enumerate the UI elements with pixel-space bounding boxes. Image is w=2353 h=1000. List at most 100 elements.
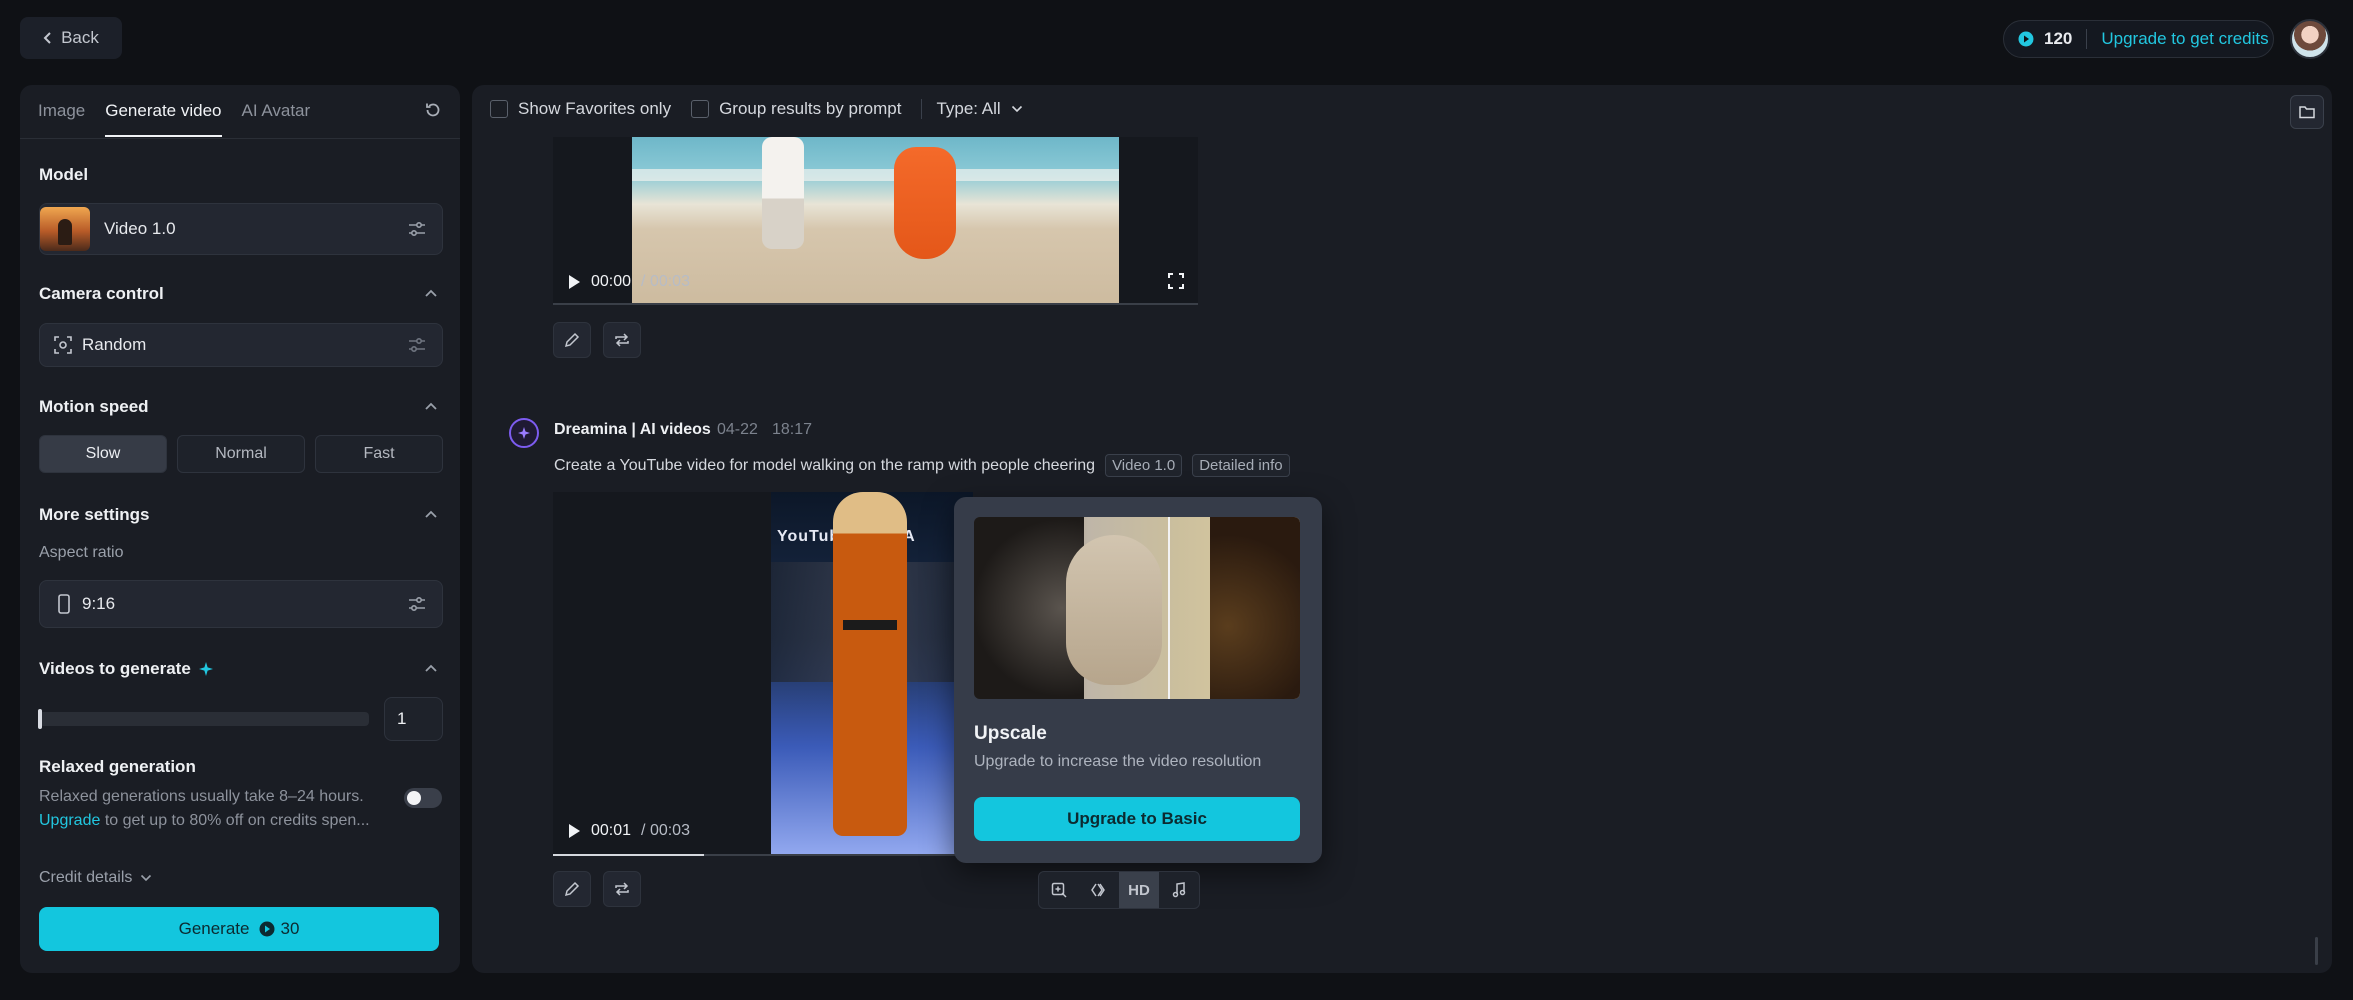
- tab-generate-video[interactable]: Generate video: [105, 101, 222, 137]
- relaxed-description: Relaxed generations usually take 8–24 ho…: [39, 785, 399, 833]
- runway-model-figure: [833, 492, 907, 836]
- before-after-divider: [1168, 517, 1170, 699]
- play-icon[interactable]: [567, 823, 581, 839]
- prompt-text: Create a YouTube video for model walking…: [554, 456, 1096, 474]
- settings-sliders-icon[interactable]: [408, 596, 426, 612]
- group-filter[interactable]: Group results by prompt: [691, 99, 901, 119]
- chevron-up-icon[interactable]: [424, 401, 438, 411]
- chevron-down-icon: [140, 874, 152, 882]
- video-total-time: / 00:03: [641, 273, 690, 290]
- regenerate-button[interactable]: [603, 871, 641, 907]
- credit-count: 120: [2044, 29, 2073, 48]
- figure-man: [762, 137, 804, 249]
- chevron-down-icon: [1011, 105, 1023, 113]
- credit-coin-icon: [2018, 31, 2034, 47]
- aspect-ratio-label: Aspect ratio: [39, 544, 124, 561]
- settings-sliders-icon[interactable]: [408, 337, 426, 353]
- fullscreen-icon[interactable]: [1168, 273, 1184, 289]
- settings-sliders-icon[interactable]: [408, 221, 426, 237]
- prompt-row: Create a YouTube video for model walking…: [554, 454, 1290, 477]
- video-controls: 00:00 / 00:03: [567, 273, 690, 291]
- chevron-up-icon[interactable]: [424, 663, 438, 673]
- video-player-2[interactable]: YouTube CLNEA 00:01 / 00:03: [553, 492, 973, 856]
- videos-to-generate-title: Videos to generate: [39, 659, 213, 679]
- upscale-preview-image: [974, 517, 1300, 699]
- video-player-1[interactable]: 00:00 / 00:03: [553, 137, 1198, 305]
- frames-icon: [1090, 882, 1108, 898]
- aspect-ratio-value: 9:16: [82, 594, 116, 613]
- type-dropdown[interactable]: Type: All: [936, 99, 1022, 119]
- add-sound-button[interactable]: [1159, 872, 1199, 908]
- chevron-up-icon[interactable]: [424, 509, 438, 519]
- results-panel: Show Favorites only Group results by pro…: [472, 85, 2332, 973]
- left-panel: Image Generate video AI Avatar Model Vid…: [20, 85, 460, 973]
- edit-button[interactable]: [553, 322, 591, 358]
- camera-title: Camera control: [39, 284, 164, 303]
- videos-count-input[interactable]: 1: [384, 697, 443, 741]
- generation-time: 18:17: [772, 421, 813, 438]
- videos-to-generate-label: Videos to generate: [39, 659, 191, 678]
- figure-woman: [894, 147, 956, 259]
- favorites-label: Show Favorites only: [518, 99, 672, 118]
- folder-icon: [2299, 105, 2315, 119]
- chevron-up-icon[interactable]: [424, 288, 438, 298]
- tab-image[interactable]: Image: [38, 101, 85, 137]
- relaxed-desc-text2: to get up to 80% off on credits spen...: [100, 812, 370, 829]
- filter-bar: Show Favorites only Group results by pro…: [490, 99, 1029, 119]
- upgrade-link[interactable]: Upgrade: [39, 812, 100, 829]
- videos-slider-track[interactable]: [39, 712, 369, 726]
- upgrade-credits-link[interactable]: Upgrade to get credits: [2101, 29, 2268, 49]
- relaxed-desc-text: Relaxed generations usually take 8–24 ho…: [39, 788, 364, 805]
- video-progress-bar[interactable]: [553, 303, 1198, 305]
- generate-cost: 30: [259, 919, 299, 939]
- user-avatar[interactable]: [2290, 19, 2330, 59]
- credit-details-label: Credit details: [39, 869, 133, 886]
- back-button[interactable]: Back: [20, 17, 122, 59]
- generate-label: Generate: [178, 919, 250, 938]
- music-note-icon: [1172, 882, 1186, 898]
- tabs-divider: [20, 138, 460, 139]
- video-tools: HD: [1038, 871, 1200, 909]
- group-checkbox[interactable]: [691, 100, 710, 118]
- dreamina-logo-icon: [509, 418, 539, 448]
- play-icon[interactable]: [567, 274, 581, 290]
- favorites-filter[interactable]: Show Favorites only: [490, 99, 671, 119]
- regenerate-button[interactable]: [603, 322, 641, 358]
- speed-slow-button[interactable]: Slow: [39, 435, 167, 473]
- speed-normal-button[interactable]: Normal: [177, 435, 305, 473]
- scrollbar[interactable]: [2315, 937, 2318, 965]
- detailed-info-tag[interactable]: Detailed info: [1192, 454, 1290, 477]
- model-select[interactable]: Video 1.0: [39, 203, 443, 255]
- repeat-icon: [613, 881, 631, 897]
- videos-slider-thumb[interactable]: [38, 709, 42, 729]
- credit-details-toggle[interactable]: Credit details: [39, 869, 152, 887]
- generation-date: 04-22: [717, 421, 758, 438]
- video-progress-bar[interactable]: [553, 854, 973, 856]
- credit-coin-icon: [259, 921, 275, 937]
- relaxed-title: Relaxed generation: [39, 757, 196, 776]
- folder-button[interactable]: [2290, 95, 2324, 129]
- model-title: Model: [39, 165, 89, 184]
- generate-button[interactable]: Generate 30: [39, 907, 439, 951]
- group-label: Group results by prompt: [719, 99, 902, 118]
- tab-ai-avatar[interactable]: AI Avatar: [242, 101, 311, 137]
- camera-select[interactable]: Random: [39, 323, 443, 367]
- pencil-icon: [564, 881, 580, 897]
- popup-title: Upscale: [974, 723, 1047, 744]
- camera-focus-icon: [54, 336, 72, 354]
- phone-portrait-icon: [58, 594, 70, 614]
- relaxed-toggle[interactable]: [404, 788, 442, 808]
- video-current-time: 00:00: [591, 273, 632, 290]
- credits-pill[interactable]: 120 Upgrade to get credits: [2003, 20, 2274, 58]
- reset-icon[interactable]: [424, 101, 442, 119]
- edit-button[interactable]: [553, 871, 591, 907]
- aspect-ratio-select[interactable]: 9:16: [39, 580, 443, 628]
- upgrade-to-basic-button[interactable]: Upgrade to Basic: [974, 797, 1300, 841]
- speed-fast-button[interactable]: Fast: [315, 435, 443, 473]
- extend-button[interactable]: [1039, 872, 1079, 908]
- hd-upscale-button[interactable]: HD: [1119, 872, 1159, 908]
- filter-divider: [921, 99, 923, 119]
- favorites-checkbox[interactable]: [490, 100, 508, 118]
- interpolate-button[interactable]: [1079, 872, 1119, 908]
- video-progress-fill: [553, 854, 705, 856]
